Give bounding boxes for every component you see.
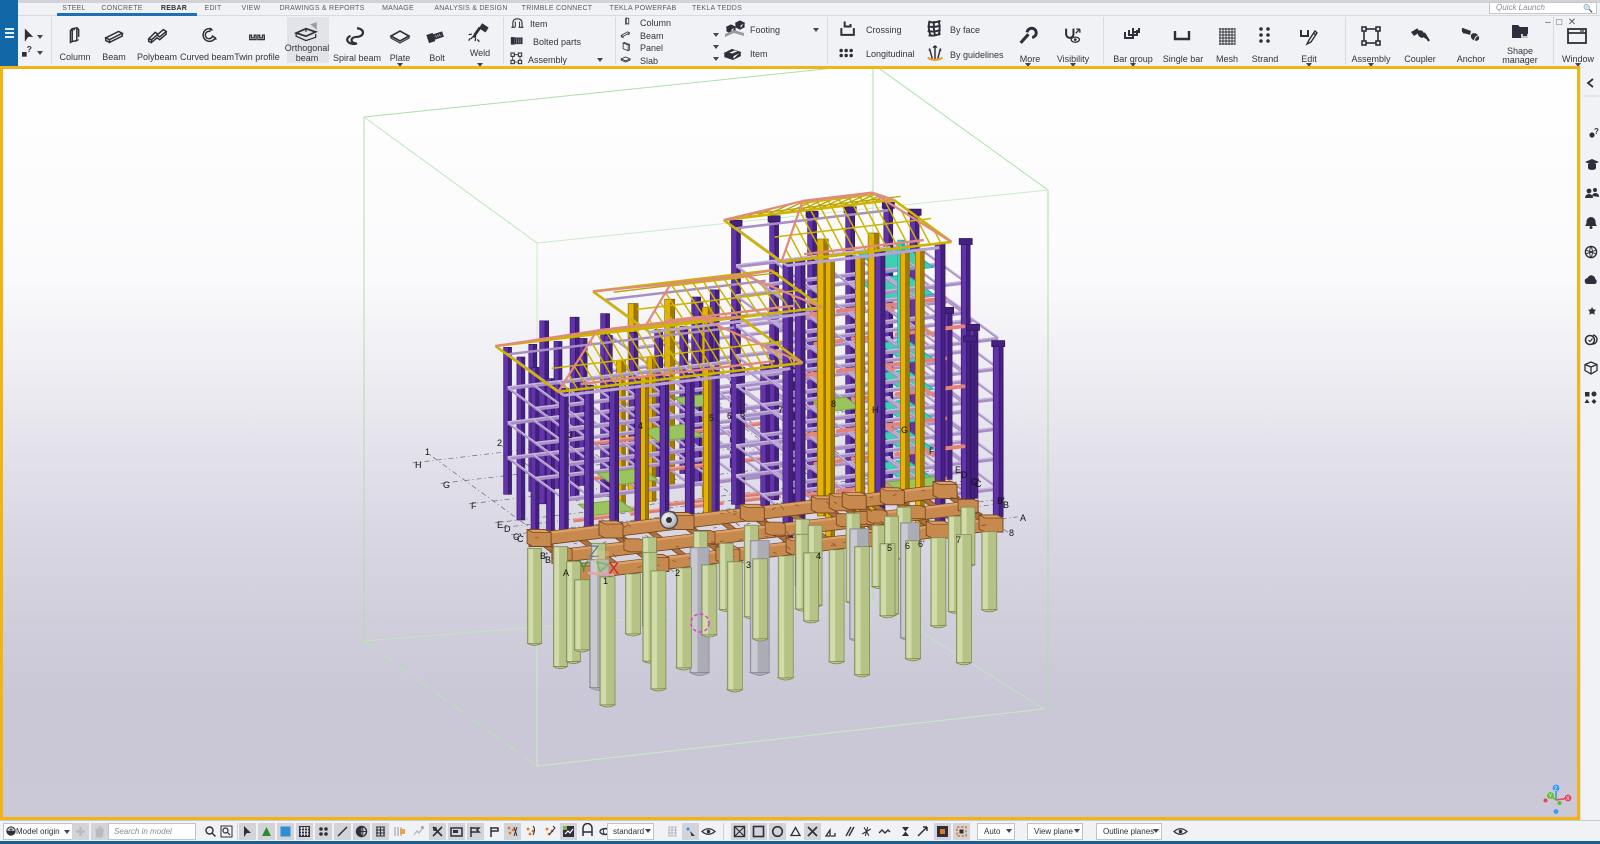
svg-text:5: 5 [709, 413, 714, 423]
svg-text:H: H [415, 460, 422, 470]
svg-text:G: G [901, 425, 908, 435]
svg-text:6': 6' [740, 409, 747, 419]
svg-text:B': B' [997, 496, 1005, 506]
svg-text:A: A [1020, 513, 1026, 523]
svg-text:H: H [872, 405, 879, 415]
svg-text:C': C' [513, 532, 521, 542]
svg-text:B': B' [540, 551, 548, 561]
svg-text:5: 5 [887, 543, 892, 553]
svg-text:E: E [955, 465, 961, 475]
svg-text:Y: Y [1549, 794, 1553, 800]
svg-text:8: 8 [831, 399, 836, 409]
svg-text:6: 6 [905, 541, 910, 551]
svg-text:C': C' [971, 477, 979, 487]
svg-text:G: G [443, 480, 450, 490]
svg-text:F: F [471, 501, 477, 511]
svg-text:Y: Y [578, 557, 589, 576]
svg-text:3: 3 [568, 430, 573, 440]
svg-text:3: 3 [746, 560, 751, 570]
svg-text:A: A [563, 568, 569, 578]
svg-text:4: 4 [816, 551, 821, 561]
svg-text:4: 4 [638, 421, 643, 431]
svg-text:?: ? [27, 44, 32, 54]
svg-text:D: D [504, 524, 511, 534]
svg-text:7: 7 [778, 405, 783, 415]
svg-text:2: 2 [675, 568, 680, 578]
svg-text:X: X [1566, 796, 1570, 802]
svg-text:8: 8 [1009, 528, 1014, 538]
svg-text:7: 7 [956, 535, 961, 545]
svg-text:6: 6 [727, 411, 732, 421]
svg-text:?: ? [1594, 127, 1599, 136]
svg-text:6': 6' [918, 539, 925, 549]
svg-text:D: D [961, 470, 968, 480]
svg-text:1: 1 [425, 447, 430, 457]
svg-text:2: 2 [497, 438, 502, 448]
svg-text:E: E [497, 520, 503, 530]
svg-text:F: F [929, 446, 935, 456]
